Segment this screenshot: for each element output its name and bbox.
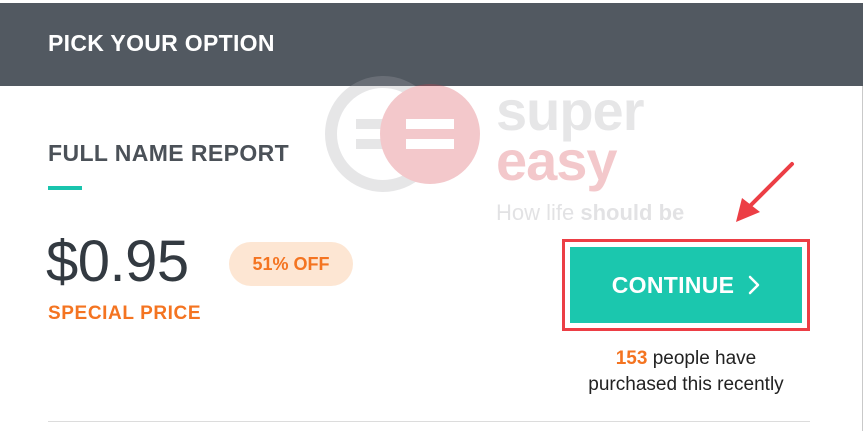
purchase-count: 153: [615, 348, 648, 369]
report-title: FULL NAME REPORT: [48, 140, 290, 166]
purchase-text-line2: purchased this recently: [588, 374, 784, 395]
chevron-right-icon: [749, 275, 760, 295]
watermark-easy-text: easy: [496, 129, 618, 192]
card-header: PICK YOUR OPTION: [0, 3, 863, 86]
purchase-note: 153 people have purchased this recently: [562, 346, 810, 398]
continue-button-label: CONTINUE: [611, 271, 735, 298]
bottom-divider: [48, 421, 810, 422]
red-arrow-icon: [736, 162, 794, 222]
tagline-plain: How life: [496, 200, 581, 225]
price-value: $0.95: [46, 229, 189, 294]
title-accent-line: [48, 186, 82, 190]
header-title: PICK YOUR OPTION: [48, 30, 275, 56]
continue-button[interactable]: CONTINUE: [570, 247, 802, 323]
watermark-logo: super easy How life should be: [318, 72, 738, 232]
discount-badge: 51% OFF: [229, 242, 353, 286]
tagline-bold: should be: [580, 200, 685, 225]
super-easy-logo-icon: [325, 76, 480, 192]
pricing-card: PICK YOUR OPTION super easy How life sho…: [0, 0, 863, 431]
watermark-tagline: How life should be: [496, 200, 684, 226]
purchase-text-line1: people have: [647, 348, 757, 369]
continue-button-highlight: CONTINUE: [562, 239, 810, 331]
watermark-super-text: super: [496, 79, 644, 142]
special-price-label: SPECIAL PRICE: [48, 303, 202, 324]
